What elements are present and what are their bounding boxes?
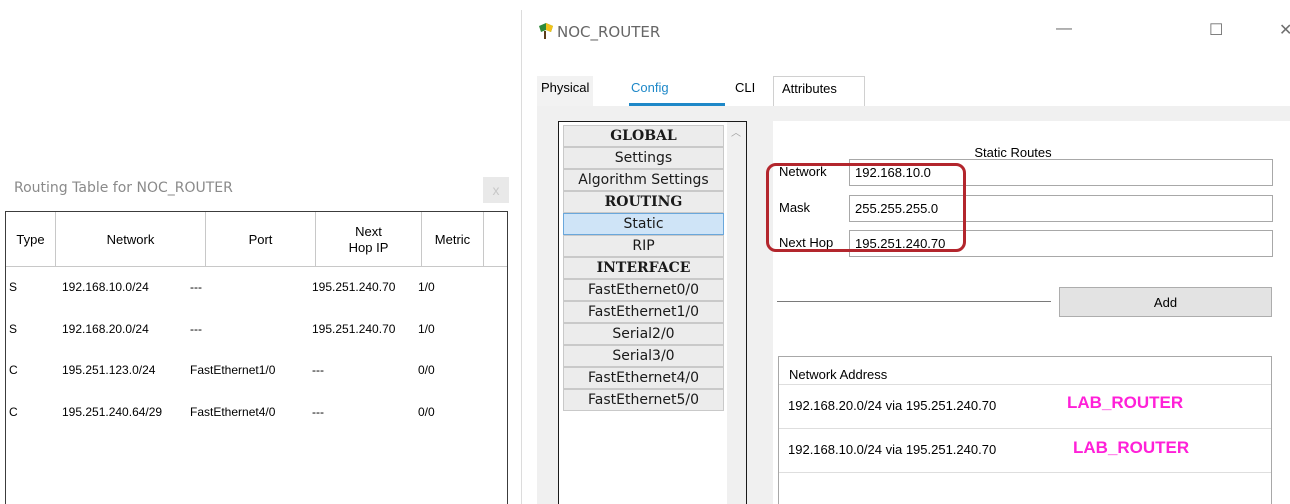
static-route-list: Network Address 192.168.20.0/24 via 195.… xyxy=(778,356,1272,504)
cell-type: C xyxy=(9,405,18,419)
route-entry-text: 192.168.10.0/24 via 195.251.240.70 xyxy=(788,442,997,457)
cell-port: FastEthernet1/0 xyxy=(190,363,276,377)
scroll-up-arrow-icon[interactable]: ︿ xyxy=(731,124,741,139)
config-header-routing: ROUTING xyxy=(563,191,724,213)
cell-metric: 1/0 xyxy=(418,322,435,336)
column-header-next-hop[interactable]: Next Hop IP xyxy=(316,212,422,267)
routing-table-window: Routing Table for NOC_ROUTER x Type Netw… xyxy=(0,168,513,504)
close-button[interactable]: x xyxy=(483,177,509,203)
column-header-metric[interactable]: Metric xyxy=(422,212,484,267)
column-header-network[interactable]: Network xyxy=(56,212,206,267)
window-title: NOC_ROUTER xyxy=(557,23,661,41)
config-item-fastethernet0-0[interactable]: FastEthernet0/0 xyxy=(563,279,724,301)
config-navigation-list: GLOBAL Settings Algorithm Settings ROUTI… xyxy=(558,121,747,504)
static-routes-heading: Static Routes xyxy=(974,145,1052,160)
router-app-icon xyxy=(539,23,553,39)
window-border xyxy=(521,10,522,504)
cell-metric: 1/0 xyxy=(418,280,435,294)
config-item-serial2-0[interactable]: Serial2/0 xyxy=(563,323,724,345)
tab-cli[interactable]: CLI xyxy=(731,76,759,106)
route-entry-text: 192.168.20.0/24 via 195.251.240.70 xyxy=(788,398,997,413)
routing-table-title: Routing Table for NOC_ROUTER xyxy=(14,180,233,196)
cell-network: 192.168.10.0/24 xyxy=(62,280,149,294)
config-item-settings[interactable]: Settings xyxy=(563,147,724,169)
cell-network: 195.251.123.0/24 xyxy=(62,363,156,377)
tab-strip: Physical Config CLI Attributes xyxy=(537,76,1290,106)
config-header-global: GLOBAL xyxy=(563,125,724,147)
config-header-interface: INTERFACE xyxy=(563,257,724,279)
add-route-button[interactable]: Add xyxy=(1059,287,1272,317)
route-annotation-tag: LAB_ROUTER xyxy=(1067,393,1184,412)
highlight-annotation-box xyxy=(766,163,966,252)
routing-table-header: Type Network Port Next Hop IP Metric xyxy=(6,212,507,267)
route-annotation-tag: LAB_ROUTER xyxy=(1073,438,1190,457)
cell-next-hop: --- xyxy=(312,405,324,419)
router-window: NOC_ROUTER — ☐ ✕ Physical Config CLI Att… xyxy=(521,0,1290,504)
cell-metric: 0/0 xyxy=(418,405,435,419)
cell-next-hop: 195.251.240.70 xyxy=(312,280,396,294)
tab-physical[interactable]: Physical xyxy=(537,76,594,106)
routing-table-titlebar: Routing Table for NOC_ROUTER x xyxy=(0,168,513,208)
column-header-port[interactable]: Port xyxy=(206,212,316,267)
minimize-button[interactable]: — xyxy=(1056,20,1072,38)
cell-network: 195.251.240.64/29 xyxy=(62,405,163,419)
cell-type: S xyxy=(9,280,18,294)
cell-network: 192.168.20.0/24 xyxy=(62,322,149,336)
cell-type: C xyxy=(9,363,18,377)
cell-next-hop: 195.251.240.70 xyxy=(312,322,396,336)
cell-metric: 0/0 xyxy=(418,363,435,377)
route-list-header: Network Address xyxy=(789,367,888,382)
list-item-empty xyxy=(779,472,1271,504)
config-item-serial3-0[interactable]: Serial3/0 xyxy=(563,345,724,367)
config-item-algorithm-settings[interactable]: Algorithm Settings xyxy=(563,169,724,191)
divider xyxy=(777,301,1051,302)
cell-port: FastEthernet4/0 xyxy=(190,405,276,419)
window-close-button[interactable]: ✕ xyxy=(1279,20,1290,40)
config-item-fastethernet5-0[interactable]: FastEthernet5/0 xyxy=(563,389,724,411)
maximize-button[interactable]: ☐ xyxy=(1209,20,1223,40)
config-list-scrollbar[interactable]: ︿ xyxy=(727,122,746,504)
cell-port: --- xyxy=(190,280,202,294)
cell-type: S xyxy=(9,322,18,336)
list-item[interactable]: 192.168.10.0/24 via 195.251.240.70 LAB_R… xyxy=(779,428,1271,472)
config-item-fastethernet1-0[interactable]: FastEthernet1/0 xyxy=(563,301,724,323)
config-item-rip[interactable]: RIP xyxy=(563,235,724,257)
tab-attributes[interactable]: Attributes xyxy=(773,76,865,106)
routing-table: Type Network Port Next Hop IP Metric S 1… xyxy=(5,211,508,504)
config-item-static[interactable]: Static xyxy=(563,213,724,235)
cell-next-hop: --- xyxy=(312,363,324,377)
list-item[interactable]: 192.168.20.0/24 via 195.251.240.70 LAB_R… xyxy=(779,384,1271,428)
column-header-type[interactable]: Type xyxy=(6,212,56,267)
cell-port: --- xyxy=(190,322,202,336)
config-item-fastethernet4-0[interactable]: FastEthernet4/0 xyxy=(563,367,724,389)
tab-config[interactable]: Config xyxy=(627,76,673,106)
